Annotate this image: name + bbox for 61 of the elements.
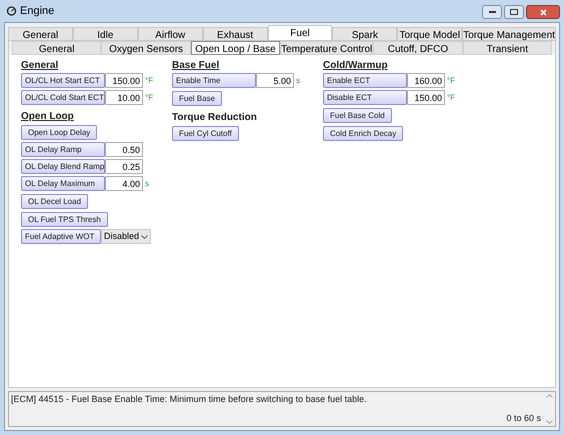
tab[interactable]: General [12, 41, 102, 55]
parameter-button[interactable]: OL Delay Ramp [21, 142, 105, 157]
minimize-button[interactable] [482, 5, 502, 19]
parameter-button[interactable]: Cold Enrich Decay [323, 126, 404, 141]
value-field[interactable]: 4.00 [105, 176, 143, 191]
unit-label: °F [145, 92, 154, 104]
tab[interactable]: Idle [72, 27, 138, 40]
status-message: [ECM] 44515 - Fuel Base Enable Time: Minimum time before switching to base fuel table. [11, 393, 368, 406]
parameter-button[interactable]: Fuel Adaptive WOT [21, 229, 101, 244]
maximize-button[interactable] [504, 5, 524, 19]
close-button[interactable] [526, 5, 560, 19]
unit-label: °F [145, 74, 154, 86]
parameter-button[interactable]: Fuel Base [172, 91, 222, 106]
tab[interactable]: General [8, 27, 73, 40]
dropdown[interactable]: Disabled [101, 229, 151, 244]
tab[interactable]: Temperature Control [280, 41, 374, 55]
parameter-button[interactable]: OL/CL Hot Start ECT [21, 73, 105, 88]
parameter-button[interactable]: OL Delay Blend Ramp [21, 159, 105, 174]
tab[interactable]: Airflow [138, 27, 203, 40]
section-heading: Cold/Warmup [323, 59, 389, 72]
unit-label: °F [447, 74, 456, 86]
tab[interactable]: Exhaust [202, 27, 268, 40]
tab[interactable]: Spark [332, 27, 398, 40]
section-heading: Base Fuel [172, 59, 220, 72]
chevron-down-icon [141, 234, 148, 238]
range-label: 0 to 60 s [506, 412, 541, 424]
tab[interactable]: Fuel [268, 25, 332, 40]
value-field[interactable]: 5.00 [256, 73, 294, 88]
tab[interactable]: Oxygen Sensors [101, 41, 191, 55]
chevron-up-icon [546, 394, 552, 398]
gauge-icon [6, 6, 17, 16]
parameter-button[interactable]: Fuel Cyl Cutoff [172, 126, 239, 141]
parameter-button[interactable]: Fuel Base Cold [323, 108, 392, 123]
window-title: Engine [20, 4, 54, 19]
value-field[interactable]: 0.50 [105, 142, 143, 157]
value-field[interactable]: 150.00 [407, 90, 445, 105]
parameter-button[interactable]: OL Fuel TPS Thresh [21, 212, 108, 227]
unit-label: s [145, 178, 149, 190]
close-icon [540, 8, 546, 16]
unit-label: °F [447, 92, 456, 104]
parameter-button[interactable]: Enable Time [172, 73, 256, 88]
tab[interactable]: Torque Model [397, 27, 462, 40]
parameter-button[interactable]: OL/CL Cold Start ECT [21, 90, 105, 105]
parameter-button[interactable]: Disable ECT [323, 90, 407, 105]
value-field[interactable]: 0.25 [105, 159, 143, 174]
tab[interactable]: Open Loop / Base [190, 41, 280, 55]
unit-label: s [296, 74, 300, 86]
value-field[interactable]: 160.00 [407, 73, 445, 88]
tab[interactable]: Cutoff, DFCO [373, 41, 463, 55]
value-field[interactable]: 150.00 [105, 73, 143, 88]
tab[interactable]: Transient [462, 41, 552, 55]
chevron-down-icon [546, 420, 552, 424]
section-heading: General [21, 59, 60, 72]
tab[interactable]: Torque Management [462, 27, 556, 40]
section-heading: Open Loop [21, 110, 75, 123]
parameter-button[interactable]: OL Decel Load [21, 194, 88, 209]
parameter-button[interactable]: OL Delay Maximum [21, 176, 105, 191]
parameter-button[interactable]: Enable ECT [323, 73, 407, 88]
parameter-button[interactable]: Open Loop Delay [21, 125, 98, 140]
section-heading: Torque Reduction [172, 111, 258, 124]
value-field[interactable]: 10.00 [105, 90, 143, 105]
